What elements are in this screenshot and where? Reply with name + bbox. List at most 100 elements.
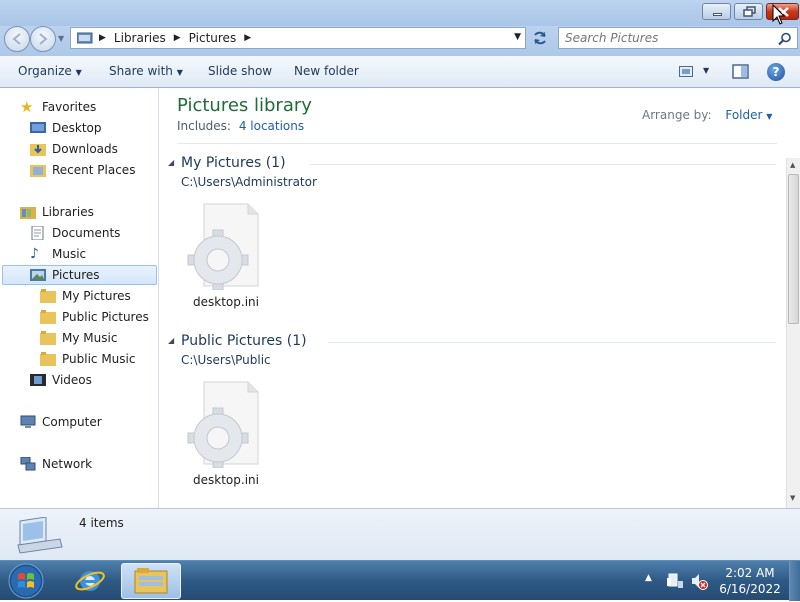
arrange-by: Arrange by: Folder ▼ bbox=[642, 108, 772, 122]
slide-show-label: Slide show bbox=[208, 64, 273, 78]
volume-muted-icon[interactable] bbox=[690, 572, 708, 590]
new-folder-button[interactable]: New folder bbox=[294, 64, 359, 78]
breadcrumb-separator-icon[interactable]: ▶ bbox=[174, 33, 181, 43]
change-view-button[interactable] bbox=[679, 65, 695, 81]
organize-menu[interactable]: Organize ▼ bbox=[18, 64, 82, 78]
preview-pane-button[interactable] bbox=[732, 64, 750, 83]
view-icon bbox=[679, 66, 693, 77]
breadcrumb-libraries[interactable]: Libraries bbox=[114, 31, 166, 45]
search-icon[interactable] bbox=[778, 32, 792, 46]
nav-label: Downloads bbox=[52, 142, 118, 156]
share-with-label: Share with bbox=[109, 64, 173, 78]
start-button[interactable] bbox=[6, 563, 46, 599]
nav-downloads[interactable]: Downloads bbox=[30, 139, 118, 159]
nav-network[interactable]: Network bbox=[20, 454, 92, 474]
internet-explorer-icon bbox=[75, 571, 105, 591]
computer-icon bbox=[20, 415, 36, 428]
minimize-button[interactable] bbox=[702, 3, 731, 20]
back-button[interactable] bbox=[4, 26, 30, 52]
nav-music[interactable]: ♪ Music bbox=[30, 244, 86, 264]
library-folder-icon bbox=[77, 32, 93, 44]
nav-label: My Pictures bbox=[62, 289, 131, 303]
group-divider bbox=[310, 164, 776, 165]
taskbar-internet-explorer[interactable] bbox=[64, 563, 116, 599]
folder-icon bbox=[40, 352, 56, 366]
recent-pages-chevron-icon[interactable]: ▼ bbox=[58, 34, 64, 43]
search-box[interactable] bbox=[558, 27, 798, 49]
scroll-thumb[interactable] bbox=[788, 174, 799, 324]
locations-link[interactable]: 4 locations bbox=[239, 119, 304, 133]
title-bar bbox=[0, 0, 800, 26]
nav-label: Computer bbox=[42, 415, 102, 429]
taskbar-windows-explorer[interactable] bbox=[121, 563, 181, 599]
explorer-folder-icon bbox=[134, 568, 168, 594]
clock-date: 6/16/2022 bbox=[719, 582, 781, 596]
nav-label: My Music bbox=[62, 331, 118, 345]
action-center-icon[interactable] bbox=[666, 572, 684, 590]
desktop-icon bbox=[30, 122, 46, 133]
arrange-by-dropdown[interactable]: Folder ▼ bbox=[725, 108, 772, 122]
group-header-public-pictures[interactable]: Public Pictures (1) bbox=[181, 333, 307, 349]
vertical-scrollbar[interactable]: ▲ ▼ bbox=[786, 158, 800, 508]
recent-places-icon bbox=[30, 165, 46, 177]
breadcrumb-separator-icon[interactable]: ▶ bbox=[244, 33, 251, 43]
show-hidden-icons-icon[interactable]: ▲ bbox=[645, 573, 652, 583]
nav-public-pictures[interactable]: Public Pictures bbox=[40, 307, 149, 327]
share-with-menu[interactable]: Share with ▼ bbox=[109, 64, 183, 78]
folder-icon bbox=[40, 331, 56, 345]
folder-icon bbox=[40, 289, 56, 303]
nav-libraries[interactable]: Libraries bbox=[20, 202, 94, 222]
slide-show-button[interactable]: Slide show bbox=[208, 64, 272, 78]
group-header-my-pictures[interactable]: My Pictures (1) bbox=[181, 155, 286, 171]
chevron-down-icon: ▼ bbox=[75, 68, 82, 77]
nav-my-music[interactable]: My Music bbox=[40, 328, 117, 348]
address-dropdown-icon[interactable]: ▼ bbox=[514, 32, 521, 42]
scroll-up-icon[interactable]: ▲ bbox=[790, 161, 795, 169]
show-desktop-button[interactable] bbox=[789, 561, 800, 601]
file-name: desktop.ini bbox=[193, 473, 259, 487]
nav-recent-places[interactable]: Recent Places bbox=[30, 160, 135, 180]
navigation-bar: ▼ ▶ Libraries ▶ Pictures ▶ ▼ bbox=[0, 26, 800, 56]
nav-videos[interactable]: Videos bbox=[30, 370, 92, 390]
refresh-icon bbox=[534, 31, 546, 45]
address-bar[interactable]: ▶ Libraries ▶ Pictures ▶ ▼ bbox=[70, 27, 526, 49]
nav-label: Videos bbox=[52, 373, 92, 387]
collapse-arrow-icon[interactable]: ◢ bbox=[168, 158, 174, 167]
star-icon: ★ bbox=[20, 98, 34, 116]
nav-desktop[interactable]: Desktop bbox=[30, 118, 102, 138]
pictures-icon bbox=[30, 269, 46, 281]
search-input[interactable] bbox=[565, 31, 775, 45]
breadcrumb-separator-icon[interactable]: ▶ bbox=[99, 33, 106, 43]
new-folder-label: New folder bbox=[294, 64, 359, 78]
nav-my-pictures[interactable]: My Pictures bbox=[40, 286, 131, 306]
nav-label: Music bbox=[52, 247, 87, 261]
nav-pictures[interactable]: Pictures bbox=[2, 265, 157, 285]
arrange-by-value: Folder bbox=[725, 108, 763, 122]
collapse-arrow-icon[interactable]: ◢ bbox=[168, 336, 174, 345]
file-item[interactable]: desktop.ini bbox=[186, 378, 266, 487]
refresh-button[interactable] bbox=[528, 27, 552, 49]
arrange-by-label: Arrange by: bbox=[642, 108, 712, 122]
help-icon[interactable]: ? bbox=[767, 63, 785, 81]
nav-computer[interactable]: Computer bbox=[20, 412, 102, 432]
taskbar: ▲ 2:02 AM 6/16/2022 bbox=[0, 560, 800, 601]
scroll-down-icon[interactable]: ▼ bbox=[790, 494, 795, 502]
content-pane: Pictures library Includes: 4 locations A… bbox=[160, 88, 800, 508]
nav-documents[interactable]: Documents bbox=[30, 223, 120, 243]
divider bbox=[177, 143, 777, 144]
nav-label: Desktop bbox=[52, 121, 102, 135]
library-computer-icon bbox=[17, 517, 63, 554]
file-item[interactable]: desktop.ini bbox=[186, 200, 266, 309]
breadcrumb-pictures[interactable]: Pictures bbox=[189, 31, 237, 45]
nav-favorites[interactable]: ★ Favorites bbox=[20, 97, 96, 117]
folder-icon bbox=[40, 310, 56, 324]
file-name: desktop.ini bbox=[193, 295, 259, 309]
view-options-chevron-icon[interactable]: ▼ bbox=[703, 66, 709, 75]
settings-file-icon bbox=[187, 381, 259, 469]
clock[interactable]: 2:02 AM 6/16/2022 bbox=[718, 565, 782, 597]
restore-button[interactable] bbox=[734, 3, 763, 20]
item-count: 4 items bbox=[79, 516, 124, 530]
forward-button[interactable] bbox=[30, 26, 56, 52]
nav-public-music[interactable]: Public Music bbox=[40, 349, 135, 369]
group-path: C:\Users\Public bbox=[181, 353, 271, 367]
